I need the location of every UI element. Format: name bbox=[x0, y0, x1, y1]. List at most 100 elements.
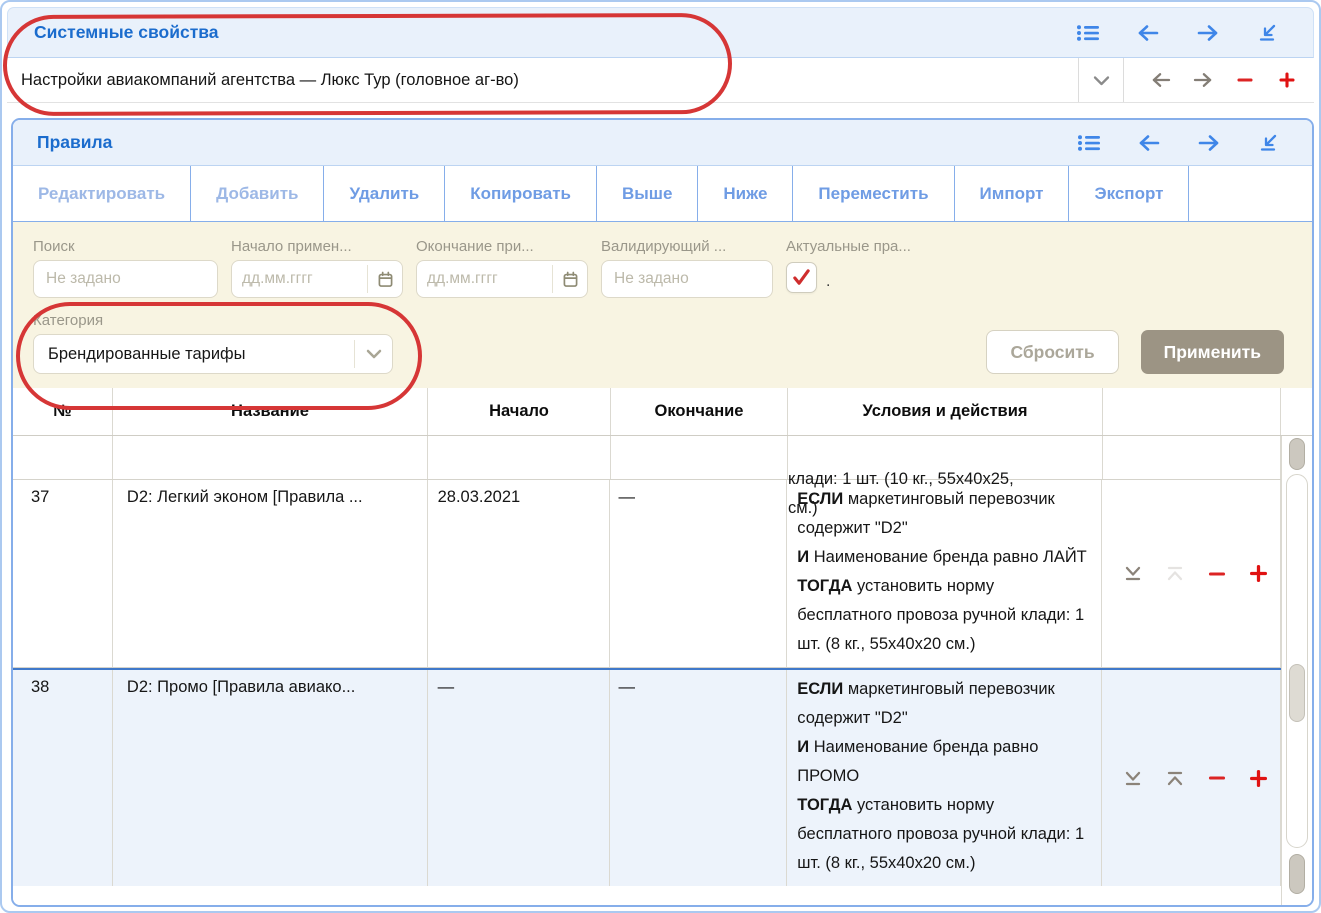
validating-filter: Валидирующий ... bbox=[601, 234, 773, 298]
column-header-number[interactable]: № bbox=[13, 388, 113, 435]
date-from-filter: Начало примен... bbox=[231, 234, 403, 298]
row-conditions: ЕСЛИ маркетинговый перевозчик содержит "… bbox=[787, 670, 1102, 886]
arrow-right-icon[interactable] bbox=[1196, 130, 1222, 156]
actual-rules-filter: Актуальные пра... . bbox=[786, 234, 911, 298]
move-down-button[interactable]: Ниже bbox=[698, 166, 793, 221]
row-number: 37 bbox=[13, 480, 113, 667]
system-properties-header: Системные свойства bbox=[7, 7, 1314, 58]
dock-bottom-left-icon[interactable] bbox=[1256, 130, 1282, 156]
airline-settings-selector-value[interactable]: Настройки авиакомпаний агентства — Люкс … bbox=[7, 58, 1078, 102]
table-row-partial[interactable]: клади: 1 шт. (10 кг., 55x40x25, см.) bbox=[13, 436, 1281, 480]
vertical-scrollbar[interactable] bbox=[1281, 436, 1312, 905]
export-button[interactable]: Экспорт bbox=[1069, 166, 1189, 221]
plus-icon[interactable] bbox=[1266, 58, 1308, 102]
date-to-filter: Окончание при... bbox=[416, 234, 588, 298]
list-icon[interactable] bbox=[1075, 20, 1101, 46]
column-header-actions bbox=[1103, 388, 1281, 435]
scrollbar-thumb-bottom[interactable] bbox=[1289, 854, 1305, 894]
calendar-icon[interactable] bbox=[368, 261, 402, 297]
category-select[interactable]: Брендированные тарифы bbox=[33, 334, 393, 374]
scrollbar-track[interactable] bbox=[1286, 474, 1308, 848]
row-actions bbox=[1102, 670, 1281, 886]
table-row[interactable]: 38 D2: Промо [Правила авиако... — — ЕСЛИ… bbox=[13, 668, 1281, 886]
actual-rules-label: Актуальные пра... bbox=[786, 234, 911, 260]
row-name: D2: Легкий эконом [Правила ... bbox=[113, 480, 428, 667]
table-body: клади: 1 шт. (10 кг., 55x40x25, см.) 37 … bbox=[13, 436, 1312, 905]
date-to-label: Окончание при... bbox=[416, 234, 588, 260]
validating-input[interactable] bbox=[601, 260, 773, 298]
column-header-name[interactable]: Название bbox=[113, 388, 428, 435]
selector-nav-icons bbox=[1124, 58, 1314, 102]
move-top-icon[interactable] bbox=[1154, 565, 1196, 582]
system-header-icons bbox=[1075, 20, 1287, 46]
move-button[interactable]: Переместить bbox=[793, 166, 954, 221]
rules-filters: Поиск Начало примен... bbox=[13, 222, 1312, 388]
check-icon bbox=[791, 268, 812, 287]
row-actions bbox=[1102, 480, 1281, 667]
delete-button[interactable]: Удалить bbox=[324, 166, 445, 221]
search-label: Поиск bbox=[33, 234, 218, 260]
move-top-icon[interactable] bbox=[1154, 770, 1196, 787]
scrollbar-thumb[interactable] bbox=[1289, 664, 1305, 722]
row-end-date: — bbox=[610, 480, 787, 667]
column-header-conditions[interactable]: Условия и действия bbox=[788, 388, 1103, 435]
airline-settings-selector-row: Настройки авиакомпаний агентства — Люкс … bbox=[7, 58, 1314, 103]
arrow-right-icon[interactable] bbox=[1195, 20, 1221, 46]
column-header-end[interactable]: Окончание bbox=[611, 388, 788, 435]
import-button[interactable]: Импорт bbox=[955, 166, 1070, 221]
minus-icon[interactable] bbox=[1224, 58, 1266, 102]
move-bottom-icon[interactable] bbox=[1112, 770, 1154, 787]
move-bottom-icon[interactable] bbox=[1112, 565, 1154, 582]
row-start-date: 28.03.2021 bbox=[428, 480, 611, 667]
table-row[interactable]: 37 D2: Легкий эконом [Правила ... 28.03.… bbox=[13, 480, 1281, 668]
column-header-scroll bbox=[1281, 388, 1312, 435]
system-properties-title: Системные свойства bbox=[34, 22, 219, 43]
category-label: Категория bbox=[33, 308, 393, 334]
column-header-start[interactable]: Начало bbox=[428, 388, 611, 435]
minus-icon[interactable] bbox=[1196, 565, 1238, 583]
search-filter: Поиск bbox=[33, 234, 218, 298]
reset-button[interactable]: Сбросить bbox=[986, 330, 1118, 374]
table-body-rows: клади: 1 шт. (10 кг., 55x40x25, см.) 37 … bbox=[13, 436, 1281, 905]
calendar-icon[interactable] bbox=[553, 261, 587, 297]
date-to-input[interactable] bbox=[417, 261, 552, 297]
arrow-right-icon[interactable] bbox=[1182, 58, 1224, 102]
edit-button[interactable]: Редактировать bbox=[13, 166, 191, 221]
date-from-input[interactable] bbox=[232, 261, 367, 297]
row-name: D2: Промо [Правила авиако... bbox=[113, 670, 428, 886]
plus-icon[interactable] bbox=[1238, 564, 1280, 583]
apply-button[interactable]: Применить bbox=[1141, 330, 1284, 374]
minus-icon[interactable] bbox=[1196, 769, 1238, 787]
table-header-row: № Название Начало Окончание Условия и де… bbox=[13, 388, 1312, 436]
copy-button[interactable]: Копировать bbox=[445, 166, 597, 221]
arrow-left-icon[interactable] bbox=[1140, 58, 1182, 102]
rules-title: Правила bbox=[37, 132, 112, 153]
category-filter: Категория Брендированные тарифы bbox=[33, 308, 393, 374]
row-end-date: — bbox=[610, 670, 787, 886]
scrollbar-thumb-top[interactable] bbox=[1289, 438, 1305, 470]
rules-header: Правила bbox=[13, 120, 1312, 166]
arrow-left-icon[interactable] bbox=[1136, 130, 1162, 156]
arrow-left-icon[interactable] bbox=[1135, 20, 1161, 46]
category-value: Брендированные тарифы bbox=[34, 335, 354, 373]
rules-header-icons bbox=[1076, 130, 1288, 156]
rules-panel: Правила Редактировать Добавить Удалить К… bbox=[11, 118, 1314, 907]
toolbar-filler bbox=[1189, 166, 1312, 221]
validating-label: Валидирующий ... bbox=[601, 234, 773, 260]
plus-icon[interactable] bbox=[1238, 769, 1280, 788]
search-input[interactable] bbox=[33, 260, 218, 298]
move-up-button[interactable]: Выше bbox=[597, 166, 698, 221]
rules-table: № Название Начало Окончание Условия и де… bbox=[13, 388, 1312, 905]
dock-bottom-left-icon[interactable] bbox=[1255, 20, 1281, 46]
date-from-label: Начало примен... bbox=[231, 234, 403, 260]
checkbox-suffix: . bbox=[826, 273, 830, 293]
chevron-down-icon[interactable] bbox=[1078, 58, 1124, 102]
list-icon[interactable] bbox=[1076, 130, 1102, 156]
row-conditions: ЕСЛИ маркетинговый перевозчик содержит "… bbox=[787, 480, 1102, 667]
actual-rules-checkbox[interactable] bbox=[786, 262, 817, 293]
chevron-down-icon bbox=[354, 340, 392, 368]
app-window: Системные свойства Настройки авиакомпани… bbox=[0, 0, 1321, 913]
rules-toolbar: Редактировать Добавить Удалить Копироват… bbox=[13, 166, 1312, 222]
add-button[interactable]: Добавить bbox=[191, 166, 324, 221]
row-number: 38 bbox=[13, 670, 113, 886]
